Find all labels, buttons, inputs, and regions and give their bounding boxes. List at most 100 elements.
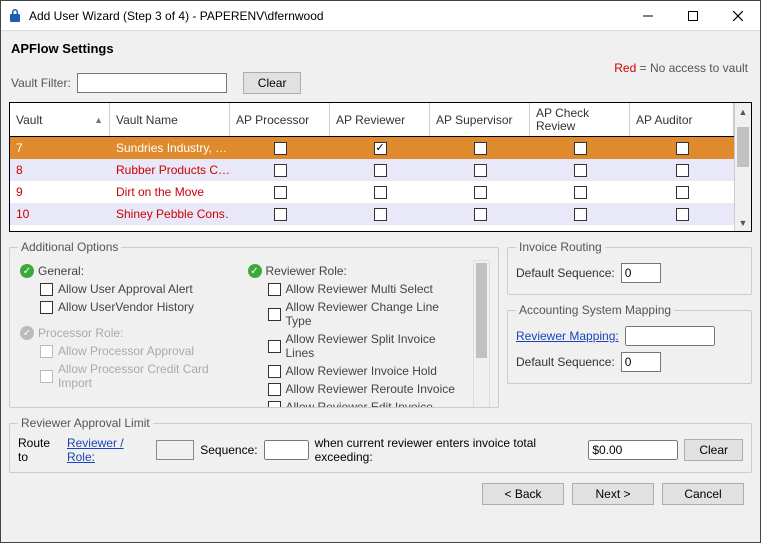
checkbox[interactable] <box>474 142 487 155</box>
col-vault-name[interactable]: Vault Name <box>110 103 230 136</box>
scroll-down-icon[interactable]: ▼ <box>735 214 751 231</box>
reviewer-mapping-link[interactable]: Reviewer Mapping: <box>516 329 619 343</box>
checkbox[interactable] <box>274 142 287 155</box>
ral-reviewer-role-field[interactable] <box>156 440 194 460</box>
routing-default-sequence-input[interactable] <box>621 263 661 283</box>
cell: Rubber Products C… <box>110 163 230 177</box>
col-ap-supervisor[interactable]: AP Supervisor <box>430 103 530 136</box>
close-button[interactable] <box>715 1 760 30</box>
checkbox[interactable] <box>274 208 287 221</box>
ral-sequence-input[interactable] <box>264 440 309 460</box>
right-column: Invoice Routing Default Sequence: Accoun… <box>507 240 752 408</box>
table-row[interactable]: 10Shiney Pebble Cons… <box>10 203 734 225</box>
general-group-header: ✓General: <box>20 264 236 278</box>
checkbox[interactable] <box>574 208 587 221</box>
checkbox[interactable] <box>268 365 281 378</box>
ral-amount-input[interactable] <box>588 440 678 460</box>
cell: Sundries Industry, … <box>110 141 230 155</box>
checkbox[interactable] <box>676 142 689 155</box>
checkbox[interactable] <box>268 308 281 321</box>
col-ap-reviewer[interactable]: AP Reviewer <box>330 103 430 136</box>
opt-reviewer-reroute-invoice[interactable]: Allow Reviewer Reroute Invoice <box>246 380 464 398</box>
vault-filter-label: Vault Filter: <box>11 76 71 90</box>
checkbox[interactable] <box>40 283 53 296</box>
window: Add User Wizard (Step 3 of 4) - PAPERENV… <box>0 0 761 543</box>
cell <box>230 142 330 155</box>
opt-allow-processor-cc-import: Allow Processor Credit Card Import <box>18 360 236 392</box>
back-button[interactable]: < Back <box>482 483 564 505</box>
vault-grid-scrollbar[interactable]: ▲ ▼ <box>734 103 751 231</box>
table-row[interactable]: 9Dirt on the Move <box>10 181 734 203</box>
checkbox[interactable] <box>268 401 281 409</box>
additional-scrollbar[interactable] <box>473 260 490 408</box>
cell <box>230 208 330 221</box>
checkbox[interactable] <box>474 186 487 199</box>
opt-allow-user-approval-alert[interactable]: Allow User Approval Alert <box>18 280 236 298</box>
check-icon: ✓ <box>248 264 262 278</box>
checkbox[interactable] <box>574 142 587 155</box>
cell <box>630 186 734 199</box>
cell <box>530 208 630 221</box>
mapping-default-sequence-input[interactable] <box>621 352 661 372</box>
col-ap-auditor[interactable]: AP Auditor <box>630 103 734 136</box>
vault-grid-body: 7Sundries Industry, …8Rubber Products C…… <box>10 137 734 225</box>
col-ap-check-review[interactable]: AP Check Review <box>530 103 630 136</box>
content: APFlow Settings Red = No access to vault… <box>1 31 760 542</box>
legend-red: Red <box>614 61 636 75</box>
table-row[interactable]: 8Rubber Products C… <box>10 159 734 181</box>
opt-allow-user-vendor-history[interactable]: Allow UserVendor History <box>18 298 236 316</box>
col-ap-processor[interactable]: AP Processor <box>230 103 330 136</box>
checkbox[interactable] <box>268 340 281 353</box>
checkbox[interactable] <box>40 301 53 314</box>
checkbox[interactable] <box>268 383 281 396</box>
cell <box>430 208 530 221</box>
cell <box>430 142 530 155</box>
scroll-thumb[interactable] <box>737 127 749 167</box>
checkbox[interactable] <box>374 142 387 155</box>
maximize-button[interactable] <box>670 1 715 30</box>
cell <box>430 164 530 177</box>
checkbox[interactable] <box>274 186 287 199</box>
scroll-up-icon[interactable]: ▲ <box>735 103 751 120</box>
ral-row: Route to Reviewer / Role: Sequence: when… <box>18 436 743 464</box>
invoice-routing-legend: Invoice Routing <box>516 240 605 254</box>
next-button[interactable]: Next > <box>572 483 654 505</box>
ral-route-to-label: Route to <box>18 436 61 464</box>
checkbox[interactable] <box>676 164 689 177</box>
minimize-button[interactable] <box>625 1 670 30</box>
checkbox[interactable] <box>274 164 287 177</box>
vault-grid: Vault▲ Vault Name AP Processor AP Review… <box>9 102 752 232</box>
checkbox[interactable] <box>374 164 387 177</box>
cell <box>530 142 630 155</box>
opt-reviewer-split-invoice[interactable]: Allow Reviewer Split Invoice Lines <box>246 330 464 362</box>
checkbox[interactable] <box>574 186 587 199</box>
opt-reviewer-edit-invoice[interactable]: Allow Reviewer Edit Invoice <box>246 398 464 408</box>
col-vault[interactable]: Vault▲ <box>10 103 110 136</box>
vault-filter-clear-button[interactable]: Clear <box>243 72 302 94</box>
opt-reviewer-change-line-type[interactable]: Allow Reviewer Change Line Type <box>246 298 464 330</box>
checkbox[interactable] <box>676 186 689 199</box>
ral-reviewer-role-link[interactable]: Reviewer / Role: <box>67 436 150 464</box>
checkbox[interactable] <box>474 208 487 221</box>
cell: 9 <box>10 185 110 199</box>
section-title: APFlow Settings <box>9 37 752 64</box>
scroll-thumb[interactable] <box>476 263 487 358</box>
cancel-button[interactable]: Cancel <box>662 483 744 505</box>
checkbox[interactable] <box>574 164 587 177</box>
lock-icon <box>7 8 23 24</box>
mid-row: Additional Options ✓General: Allow User … <box>9 240 752 408</box>
checkbox[interactable] <box>374 208 387 221</box>
opt-reviewer-invoice-hold[interactable]: Allow Reviewer Invoice Hold <box>246 362 464 380</box>
checkbox[interactable] <box>268 283 281 296</box>
no-access-legend: Red = No access to vault <box>614 61 748 75</box>
checkbox <box>40 370 53 383</box>
vault-grid-main: Vault▲ Vault Name AP Processor AP Review… <box>10 103 734 231</box>
checkbox[interactable] <box>676 208 689 221</box>
checkbox[interactable] <box>474 164 487 177</box>
opt-reviewer-multi-select[interactable]: Allow Reviewer Multi Select <box>246 280 464 298</box>
table-row[interactable]: 7Sundries Industry, … <box>10 137 734 159</box>
ral-clear-button[interactable]: Clear <box>684 439 743 461</box>
vault-filter-input[interactable] <box>77 73 227 93</box>
reviewer-mapping-input[interactable] <box>625 326 715 346</box>
checkbox[interactable] <box>374 186 387 199</box>
